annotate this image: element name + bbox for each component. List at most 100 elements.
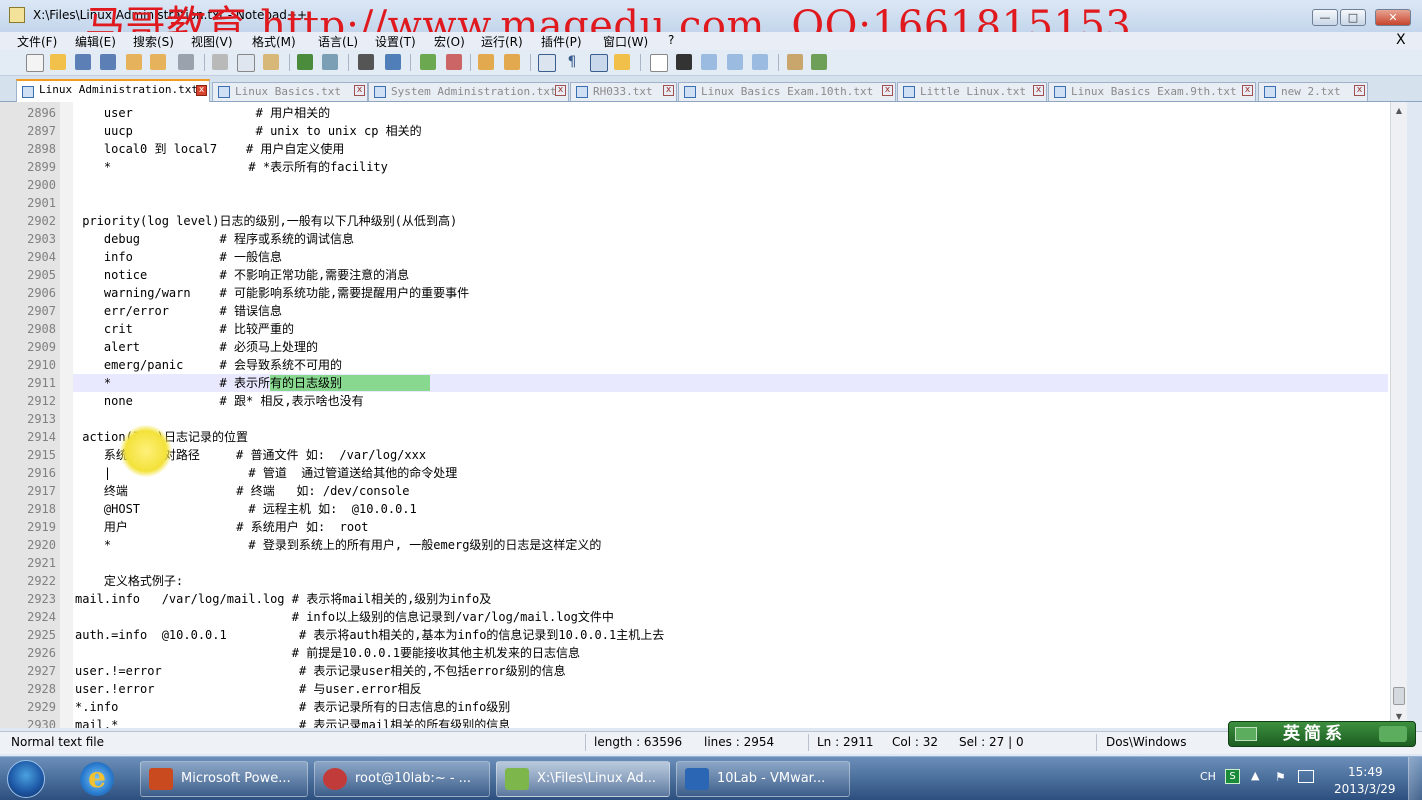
ime-toolbar[interactable]: 英简系 bbox=[1228, 721, 1416, 747]
menu-run[interactable]: 运行(R) bbox=[481, 33, 523, 50]
tab-new-2[interactable]: new 2.txt x bbox=[1258, 82, 1368, 101]
close-file-icon[interactable] bbox=[126, 54, 142, 70]
code-line[interactable]: none # 跟* 相反,表示啥也没有 bbox=[75, 392, 364, 410]
scrollbar-thumb[interactable] bbox=[1393, 687, 1405, 705]
task-terminal[interactable]: root@10lab:~ - ... bbox=[314, 761, 490, 797]
tray-expand-icon[interactable]: ▲ bbox=[1251, 769, 1259, 782]
menu-format[interactable]: 格式(M) bbox=[252, 33, 296, 50]
close-tab-icon[interactable]: x bbox=[663, 85, 674, 96]
code-line[interactable]: emerg/panic # 会导致系统不可用的 bbox=[75, 356, 342, 374]
start-button[interactable] bbox=[7, 760, 45, 798]
code-line[interactable]: alert # 必须马上处理的 bbox=[75, 338, 318, 356]
code-line[interactable]: local0 到 local7 # 用户自定义使用 bbox=[75, 140, 345, 158]
record-macro-icon[interactable] bbox=[650, 54, 668, 72]
code-line[interactable]: user.!error # 与user.error相反 bbox=[75, 680, 422, 698]
play-macro-icon[interactable] bbox=[701, 54, 717, 70]
close-tab-icon[interactable]: x bbox=[1242, 85, 1253, 96]
internet-explorer-icon[interactable]: e bbox=[80, 762, 114, 796]
tab-rh033[interactable]: RH033.txt x bbox=[570, 82, 677, 101]
run-icon[interactable] bbox=[787, 54, 803, 70]
code-line[interactable]: mail.info /var/log/mail.log # 表示将mail相关的… bbox=[75, 590, 491, 608]
menu-plugins[interactable]: 插件(P) bbox=[541, 33, 582, 50]
user-lang-icon[interactable] bbox=[614, 54, 630, 70]
close-tab-icon[interactable]: x bbox=[1033, 85, 1044, 96]
code-line[interactable]: err/error # 错误信息 bbox=[75, 302, 282, 320]
maximize-button[interactable]: □ bbox=[1340, 9, 1366, 26]
code-line[interactable]: 终端 # 终端 如: /dev/console bbox=[75, 482, 410, 500]
close-tab-icon[interactable]: x bbox=[555, 85, 566, 96]
ime-mode-label[interactable]: 英简系 bbox=[1283, 722, 1346, 746]
tab-linux-basics-exam-10th[interactable]: Linux Basics Exam.10th.txt x bbox=[678, 82, 896, 101]
menu-view[interactable]: 视图(V) bbox=[191, 33, 233, 50]
code-line[interactable]: * # 表示所有的日志级别 bbox=[75, 374, 342, 392]
zoom-in-icon[interactable] bbox=[420, 54, 436, 70]
task-vmware[interactable]: 10Lab - VMwar... bbox=[676, 761, 850, 797]
task-notepadpp[interactable]: X:\Files\Linux Ad... bbox=[496, 761, 670, 797]
close-document-icon[interactable]: X bbox=[1396, 32, 1406, 48]
open-file-icon[interactable] bbox=[50, 54, 66, 70]
menu-edit[interactable]: 编辑(E) bbox=[75, 33, 116, 50]
menu-search[interactable]: 搜索(S) bbox=[133, 33, 174, 50]
menu-macro[interactable]: 宏(O) bbox=[434, 33, 465, 50]
close-tab-icon[interactable]: x bbox=[354, 85, 365, 96]
vertical-scrollbar[interactable]: ▲ ▼ bbox=[1390, 102, 1407, 728]
new-file-icon[interactable] bbox=[26, 54, 44, 72]
find-icon[interactable] bbox=[358, 54, 374, 70]
show-desktop-button[interactable] bbox=[1408, 757, 1422, 800]
ime-options-icon[interactable] bbox=[1379, 726, 1407, 742]
code-line[interactable]: notice # 不影响正常功能,需要注意的消息 bbox=[75, 266, 409, 284]
word-wrap-icon[interactable] bbox=[538, 54, 556, 72]
menu-settings[interactable]: 设置(T) bbox=[375, 33, 416, 50]
spell-check-icon[interactable] bbox=[811, 54, 827, 70]
code-line[interactable]: # info以上级别的信息记录到/var/log/mail.log文件中 bbox=[75, 608, 614, 626]
tab-linux-basics-exam-9th[interactable]: Linux Basics Exam.9th.txt x bbox=[1048, 82, 1256, 101]
code-line[interactable]: 用户 # 系统用户 如: root bbox=[75, 518, 369, 536]
menu-window[interactable]: 窗口(W) bbox=[603, 33, 648, 50]
save-all-icon[interactable] bbox=[100, 54, 116, 70]
keyboard-icon[interactable] bbox=[1235, 727, 1257, 741]
code-line[interactable]: 定义格式例子: bbox=[75, 572, 183, 590]
close-all-icon[interactable] bbox=[150, 54, 166, 70]
menu-help[interactable]: ? bbox=[668, 33, 674, 47]
tray-network-icon[interactable] bbox=[1298, 770, 1314, 783]
show-all-chars-icon[interactable]: ¶ bbox=[564, 54, 580, 70]
code-line[interactable]: user # 用户相关的 bbox=[75, 104, 330, 122]
run-macro-multiple-icon[interactable] bbox=[727, 54, 743, 70]
code-line[interactable]: warning/warn # 可能影响系统功能,需要提醒用户的重要事件 bbox=[75, 284, 469, 302]
code-line[interactable]: auth.=info @10.0.0.1 # 表示将auth相关的,基本为inf… bbox=[75, 626, 664, 644]
code-line[interactable]: @HOST # 远程主机 如: @10.0.0.1 bbox=[75, 500, 417, 518]
redo-icon[interactable] bbox=[322, 54, 338, 70]
sync-vertical-icon[interactable] bbox=[478, 54, 494, 70]
replace-icon[interactable] bbox=[385, 54, 401, 70]
indent-guide-icon[interactable] bbox=[590, 54, 608, 72]
code-line[interactable]: priority(log level)日志的级别,一般有以下几种级别(从低到高) bbox=[75, 212, 457, 230]
code-line[interactable]: info # 一般信息 bbox=[75, 248, 282, 266]
close-tab-icon[interactable]: x bbox=[196, 85, 207, 96]
minimize-button[interactable]: — bbox=[1312, 9, 1338, 26]
save-macro-icon[interactable] bbox=[752, 54, 768, 70]
code-line[interactable]: # 前提是10.0.0.1要能接收其他主机发来的日志信息 bbox=[75, 644, 580, 662]
code-line[interactable]: * # 登录到系统上的所有用户, 一般emerg级别的日志是这样定义的 bbox=[75, 536, 602, 554]
tray-sogou-icon[interactable]: S bbox=[1225, 769, 1240, 784]
zoom-out-icon[interactable] bbox=[446, 54, 462, 70]
tray-flag-icon[interactable]: ⚑ bbox=[1275, 770, 1286, 784]
save-icon[interactable] bbox=[75, 54, 91, 70]
clock-date[interactable]: 2013/3/29 bbox=[1334, 782, 1396, 796]
notepadpp-app-icon[interactable] bbox=[9, 7, 25, 23]
clock-time[interactable]: 15:49 bbox=[1348, 765, 1383, 779]
menu-file[interactable]: 文件(F) bbox=[17, 33, 57, 50]
text-editor[interactable]: 2896 2897 2898 2899 2900 2901 2902 2903 2904 2905… bbox=[0, 102, 1407, 728]
stop-macro-icon[interactable] bbox=[676, 54, 692, 70]
task-powerpoint[interactable]: Microsoft Powe... bbox=[140, 761, 308, 797]
code-line[interactable]: mail.* # 表示记录mail相关的所有级别的信息 bbox=[75, 716, 510, 728]
undo-icon[interactable] bbox=[297, 54, 313, 70]
menu-language[interactable]: 语言(L) bbox=[318, 33, 358, 50]
copy-icon[interactable] bbox=[237, 54, 255, 72]
scroll-up-icon[interactable]: ▲ bbox=[1392, 104, 1406, 118]
close-tab-icon[interactable]: x bbox=[1354, 85, 1365, 96]
code-line[interactable]: debug # 程序或系统的调试信息 bbox=[75, 230, 354, 248]
code-line[interactable]: crit # 比较严重的 bbox=[75, 320, 294, 338]
tray-language[interactable]: CH bbox=[1200, 770, 1216, 783]
close-tab-icon[interactable]: x bbox=[882, 85, 893, 96]
code-line[interactable]: * # *表示所有的facility bbox=[75, 158, 388, 176]
